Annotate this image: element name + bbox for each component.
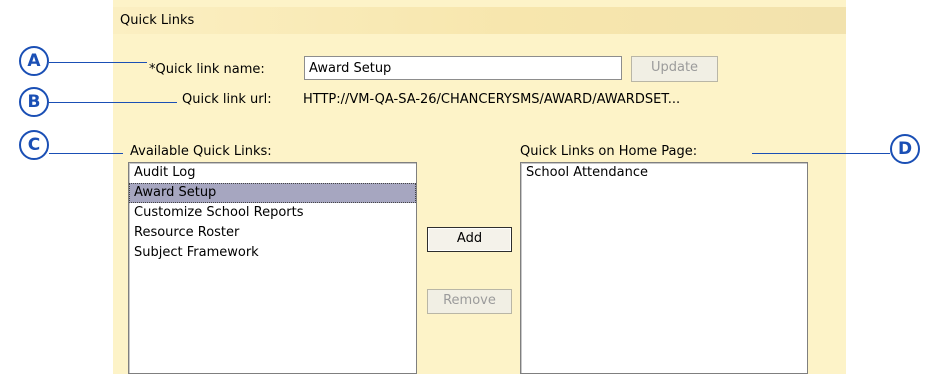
available-quick-links-label: Available Quick Links: — [130, 144, 272, 159]
list-item[interactable]: Subject Framework — [129, 243, 416, 263]
callout-d: D — [890, 134, 920, 164]
callout-a: A — [19, 46, 49, 76]
callout-a-leader — [49, 62, 147, 63]
callout-c: C — [19, 130, 49, 160]
list-item[interactable]: School Attendance — [521, 163, 807, 183]
list-item[interactable]: Customize School Reports — [129, 203, 416, 223]
panel-title: Quick Links — [120, 13, 195, 28]
home-page-quick-links-list[interactable]: School Attendance — [520, 162, 808, 374]
panel-header: Quick Links — [113, 7, 846, 34]
available-quick-links-list[interactable]: Audit Log Award Setup Customize School Rep… — [128, 162, 417, 374]
callout-d-leader — [752, 153, 890, 154]
quick-link-name-label: *Quick link name: — [149, 62, 265, 77]
home-page-quick-links-label: Quick Links on Home Page: — [520, 144, 698, 159]
list-item[interactable]: Award Setup — [129, 183, 416, 203]
remove-button[interactable]: Remove — [427, 289, 512, 314]
callout-b-leader — [49, 102, 177, 103]
quick-link-url-label: Quick link url: — [182, 92, 272, 107]
list-item[interactable]: Resource Roster — [129, 223, 416, 243]
quick-links-panel: Quick Links *Quick link name: Update Qui… — [113, 0, 846, 374]
quick-link-name-input[interactable] — [304, 56, 622, 80]
update-button[interactable]: Update — [631, 56, 718, 82]
list-item[interactable]: Audit Log — [129, 163, 416, 183]
callout-c-leader — [49, 153, 123, 154]
callout-b: B — [19, 87, 49, 117]
add-button[interactable]: Add — [427, 227, 512, 252]
quick-link-url-value: HTTP://VM-QA-SA-26/CHANCERYSMS/AWARD/AWA… — [303, 92, 681, 107]
